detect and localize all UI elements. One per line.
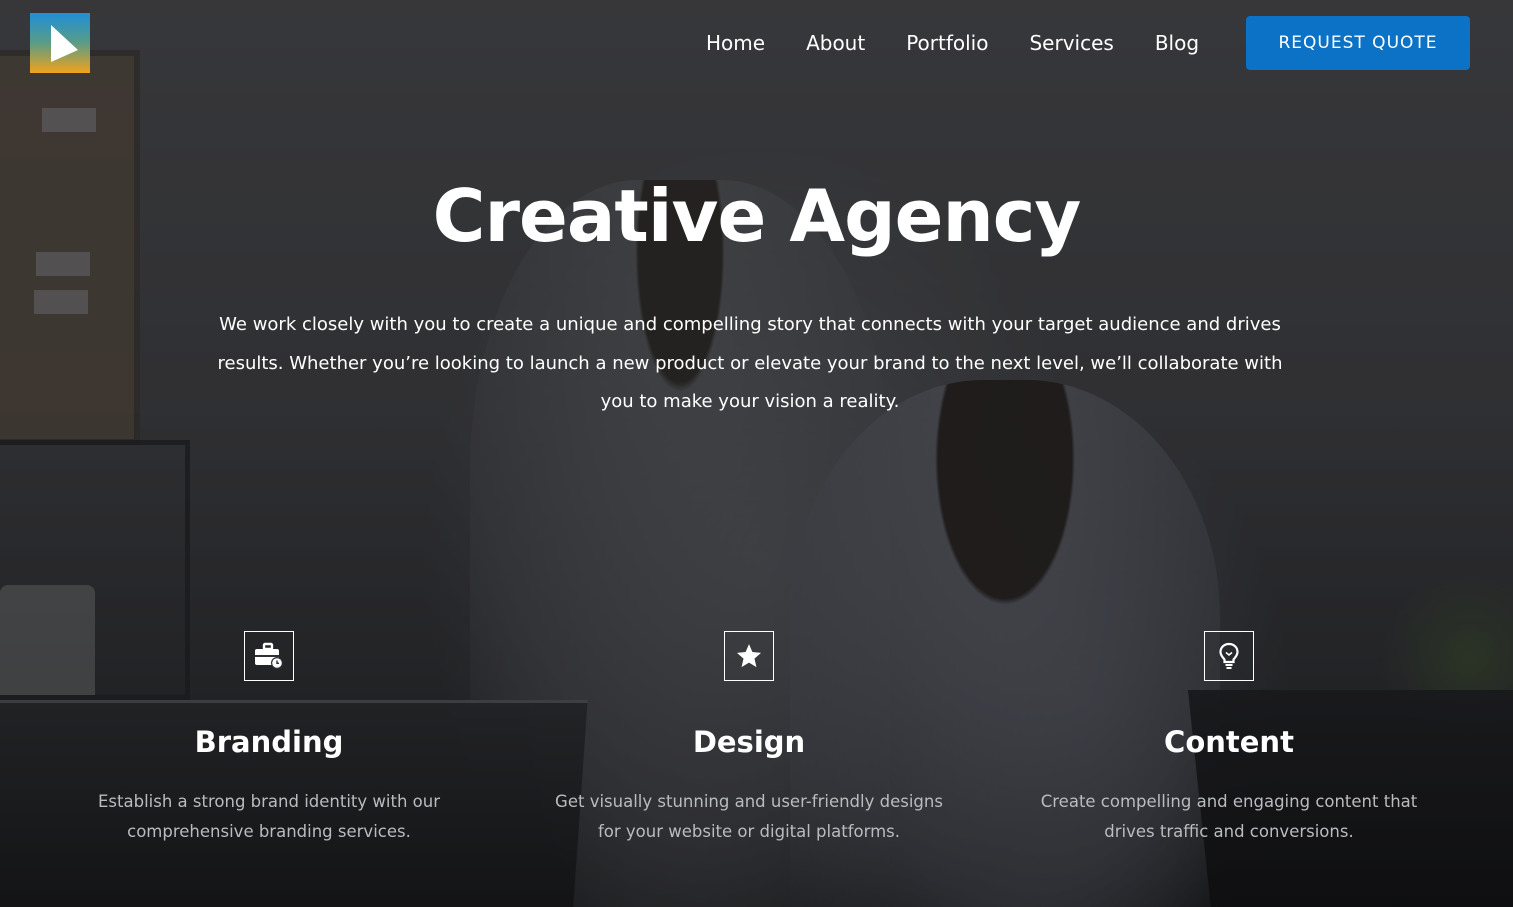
star-icon (724, 631, 774, 681)
feature-content: Content Create compelling and engaging c… (1019, 631, 1439, 847)
feature-design: Design Get visually stunning and user-fr… (539, 631, 959, 847)
request-quote-button[interactable]: REQUEST QUOTE (1246, 16, 1470, 70)
nav-link-services[interactable]: Services (1029, 31, 1113, 55)
feature-description: Get visually stunning and user-friendly … (555, 792, 943, 841)
feature-title: Branding (194, 725, 344, 759)
main-nav: Home About Portfolio Services Blog (706, 28, 1199, 58)
briefcase-clock-icon (244, 631, 294, 681)
nav-link-portfolio[interactable]: Portfolio (906, 31, 988, 55)
site-logo[interactable] (30, 13, 90, 73)
hero-title: Creative Agency (432, 174, 1082, 258)
nav-link-about[interactable]: About (806, 31, 865, 55)
hero-section: Home About Portfolio Services Blog REQUE… (0, 0, 1513, 907)
feature-description: Create compelling and engaging content t… (1040, 792, 1418, 841)
lightbulb-icon (1204, 631, 1254, 681)
nav-link-blog[interactable]: Blog (1155, 31, 1199, 55)
feature-title: Content (1164, 725, 1294, 759)
paper-plane-arrow-icon (51, 25, 78, 62)
feature-branding: Branding Establish a strong brand identi… (59, 631, 479, 847)
feature-title: Design (692, 725, 806, 759)
feature-description: Establish a strong brand identity with o… (98, 792, 440, 841)
hero-description: We work closely with you to create a uni… (217, 314, 1283, 412)
nav-link-home[interactable]: Home (706, 31, 765, 55)
